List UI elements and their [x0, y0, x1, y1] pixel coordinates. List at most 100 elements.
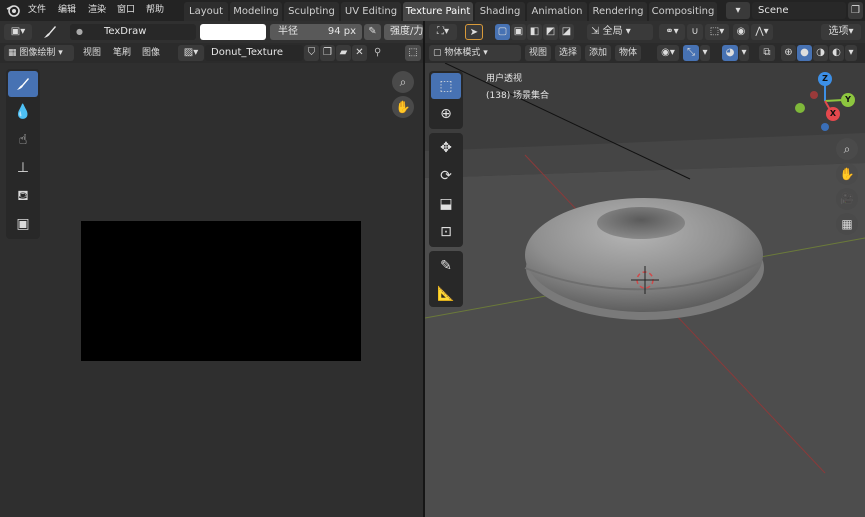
- camera-view-icon[interactable]: 🎥: [836, 188, 858, 210]
- fake-user-shield-icon[interactable]: ⛉: [304, 45, 319, 61]
- menu-help[interactable]: 帮助: [146, 3, 164, 18]
- viewport-canvas[interactable]: ⬚ ⊕ ✥ ⟳ ⬓ ⊡ ✎ 📐 用户透视 (138) 场景集合 Z Y X ⌕ …: [425, 63, 865, 517]
- scene-browse-icon[interactable]: ▾: [726, 2, 750, 19]
- draw-brush-tool[interactable]: [8, 71, 38, 97]
- brush-color-swatch[interactable]: [200, 24, 266, 40]
- paint-mode-dropdown[interactable]: ▦ 图像绘制 ▾: [4, 45, 74, 61]
- zoom-magnifier-icon[interactable]: ⌕: [392, 71, 414, 93]
- select-mode-subtract-icon[interactable]: ◧: [527, 24, 542, 40]
- tab-texture-paint[interactable]: Texture Paint: [403, 2, 473, 21]
- tab-layout[interactable]: Layout: [184, 2, 228, 21]
- clone-stamp-tool[interactable]: ⊥: [8, 155, 38, 181]
- menu-window[interactable]: 窗口: [117, 3, 135, 18]
- select-mode-invert-icon[interactable]: ◩: [543, 24, 558, 40]
- shading-solid-icon[interactable]: ●: [797, 45, 812, 61]
- image-editor-canvas[interactable]: 💧 ☝ ⊥ ⛾ ▣ ⌕ ✋: [0, 63, 423, 517]
- perspective-grid-icon[interactable]: ▦: [836, 213, 858, 235]
- pivot-link-icon[interactable]: ⚭▾: [659, 24, 685, 40]
- gizmo-toggle-icon[interactable]: ⤡: [683, 45, 699, 61]
- overlay-toggle-icon[interactable]: ◕: [722, 45, 738, 61]
- image-editor-header: ▦ 图像绘制 ▾ 视图 笔刷 图像 ▨▾ Donut_Texture ⛉ ❐ ▰…: [0, 43, 423, 63]
- image-browse-icon[interactable]: ▨▾: [178, 45, 204, 61]
- new-scene-icon[interactable]: ❐: [848, 2, 863, 19]
- tab-shading[interactable]: Shading: [475, 2, 525, 21]
- shading-rendered-icon[interactable]: ◐: [829, 45, 844, 61]
- viewport-menu-select[interactable]: 选择: [555, 45, 581, 61]
- xray-toggle-icon[interactable]: ⧉: [759, 45, 775, 61]
- snap-target-icon[interactable]: ⬚▾: [705, 24, 729, 40]
- pan-hand-icon[interactable]: ✋: [392, 96, 414, 118]
- select-mode-extend-icon[interactable]: ▣: [511, 24, 526, 40]
- pin-icon[interactable]: ⚲: [374, 45, 388, 61]
- strength-field[interactable]: 强度/力: [384, 24, 423, 40]
- shading-dropdown-icon[interactable]: ▾: [845, 45, 857, 61]
- gizmo-x-label: X: [829, 109, 837, 118]
- tab-uv-editing[interactable]: UV Editing: [341, 2, 401, 21]
- tab-rendering[interactable]: Rendering: [589, 2, 647, 21]
- texture-image[interactable]: [81, 221, 361, 361]
- scene-name-field[interactable]: Scene: [752, 2, 846, 19]
- falloff-curve-icon[interactable]: ⋀▾: [751, 24, 773, 40]
- shading-wireframe-icon[interactable]: ⊕: [781, 45, 796, 61]
- menu-render[interactable]: 渲染: [88, 3, 106, 18]
- menu-brush[interactable]: 笔刷: [110, 45, 134, 61]
- measure-tool[interactable]: 📐: [431, 281, 461, 307]
- scene-name: Scene: [758, 5, 789, 16]
- blender-logo-icon[interactable]: [6, 3, 21, 18]
- viewport-header: ▢ 物体模式 ▾ 视图 选择 添加 物体 ◉▾ ⤡ ▾ ◕ ▾ ⧉ ⊕ ● ◑ …: [425, 43, 865, 63]
- pressure-pen-icon[interactable]: ✎: [364, 24, 381, 40]
- sidebar-toggle-icon[interactable]: ⬚: [405, 45, 421, 61]
- visibility-eye-icon[interactable]: ◉▾: [657, 45, 679, 61]
- duplicate-image-icon[interactable]: ❐: [320, 45, 335, 61]
- shading-material-icon[interactable]: ◑: [813, 45, 828, 61]
- open-folder-icon[interactable]: ▰: [336, 45, 351, 61]
- tab-animation[interactable]: Animation: [527, 2, 587, 21]
- viewport-menu-add[interactable]: 添加: [585, 45, 611, 61]
- fill-bucket-tool[interactable]: ⛾: [8, 183, 38, 209]
- overlay-dropdown-icon[interactable]: ▾: [739, 45, 749, 61]
- menu-edit[interactable]: 编辑: [58, 3, 76, 18]
- select-tool-icon[interactable]: ➤: [465, 24, 483, 40]
- tab-modeling[interactable]: Modeling: [230, 2, 282, 21]
- viewport-menu-view[interactable]: 视图: [525, 45, 551, 61]
- snap-magnet-icon[interactable]: ∪: [687, 24, 703, 40]
- viewport-menu-object[interactable]: 物体: [615, 45, 641, 61]
- select-box-tool[interactable]: ⬚: [431, 73, 461, 99]
- gizmo-x-axis[interactable]: X: [826, 107, 840, 121]
- annotate-tool[interactable]: ✎: [431, 253, 461, 279]
- gizmo-dropdown-icon[interactable]: ▾: [700, 45, 710, 61]
- gizmo-z-axis[interactable]: Z: [818, 72, 832, 86]
- image-name-field[interactable]: Donut_Texture: [205, 45, 303, 61]
- tab-compositing[interactable]: Compositing: [649, 2, 717, 21]
- proportional-edit-icon[interactable]: ◉: [733, 24, 749, 40]
- gizmo-y-axis[interactable]: Y: [841, 93, 855, 107]
- smear-tool[interactable]: ☝: [8, 127, 38, 153]
- object-mode-dropdown[interactable]: ▢ 物体模式 ▾: [429, 45, 521, 61]
- viewport-zoom-icon[interactable]: ⌕: [836, 138, 858, 160]
- rotate-tool[interactable]: ⟳: [431, 163, 461, 189]
- radius-field[interactable]: 半径 94 px: [270, 24, 362, 40]
- viewport-pan-hand-icon[interactable]: ✋: [836, 163, 858, 185]
- select-mode-intersect-icon[interactable]: ◪: [559, 24, 574, 40]
- tab-sculpting[interactable]: Sculpting: [284, 2, 339, 21]
- move-tool[interactable]: ✥: [431, 135, 461, 161]
- viewport-toolbar: ⬚ ⊕ ✥ ⟳ ⬓ ⊡ ✎ 📐: [429, 71, 463, 307]
- menu-view[interactable]: 视图: [80, 45, 104, 61]
- navigation-gizmo[interactable]: Z Y X: [791, 71, 861, 137]
- paint-mode-icon: ▦: [8, 48, 17, 58]
- scale-tool[interactable]: ⬓: [431, 191, 461, 217]
- menu-file[interactable]: 文件: [28, 3, 46, 18]
- soften-droplet-tool[interactable]: 💧: [8, 99, 38, 125]
- mask-tool[interactable]: ▣: [8, 211, 38, 237]
- select-mode-new-icon[interactable]: ▢: [495, 24, 510, 40]
- viewport-editor-type-icon[interactable]: ⛶▾: [429, 24, 457, 40]
- menu-image[interactable]: 图像: [139, 45, 163, 61]
- cursor-tool[interactable]: ⊕: [431, 101, 461, 127]
- editor-type-icon[interactable]: ▣▾: [4, 24, 32, 40]
- unlink-close-icon[interactable]: ✕: [352, 45, 367, 61]
- brush-selector[interactable]: ● TexDraw: [70, 24, 196, 40]
- orientation-dropdown[interactable]: ⇲ 全局 ▾: [587, 24, 653, 40]
- collection-label: (138) 场景集合: [486, 91, 550, 101]
- options-dropdown[interactable]: 选项▾: [821, 24, 861, 40]
- transform-tool[interactable]: ⊡: [431, 219, 461, 245]
